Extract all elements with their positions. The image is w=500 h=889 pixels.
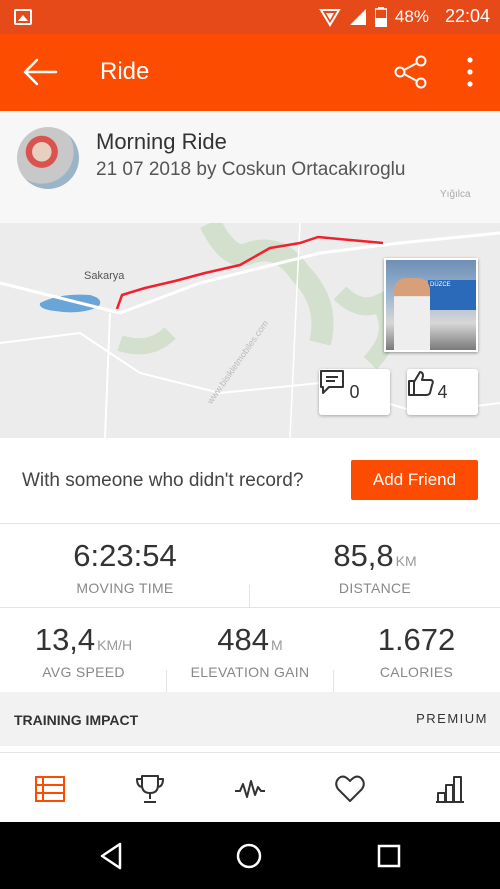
map-city-label: Sakarya: [84, 270, 125, 282]
system-nav-bar: [0, 822, 500, 889]
activity-meta[interactable]: 21 07 2018 by Coskun Ortacakıroglu: [96, 159, 405, 181]
app-bar: Ride: [0, 34, 500, 111]
trophy-icon[interactable]: [134, 773, 166, 805]
location-icon: [319, 8, 341, 27]
battery-percent: 48%: [394, 6, 429, 26]
kudos-button[interactable]: 4: [407, 369, 478, 415]
share-icon[interactable]: [393, 54, 429, 90]
thumbs-up-icon: [408, 371, 434, 396]
bottom-tab-bar: [0, 752, 500, 822]
stat-calories: 1.672 CALORIES: [333, 622, 500, 680]
feed-icon[interactable]: [34, 773, 66, 805]
stat-distance: 85,8 KM DISTANCE: [250, 538, 500, 596]
avg-speed-label: AVG SPEED: [42, 664, 125, 680]
activity-header: Morning Ride 21 07 2018 by Coskun Ortaca…: [0, 111, 500, 223]
calories-label: CALORIES: [379, 664, 454, 680]
premium-badge: PREMIUM: [416, 711, 488, 726]
elevation-unit: M: [271, 637, 283, 653]
stats-bars-icon[interactable]: [434, 773, 466, 805]
calories-value: 1.672: [377, 622, 456, 657]
page-title: Ride: [100, 58, 150, 85]
heart-icon[interactable]: [334, 773, 366, 805]
more-vert-icon[interactable]: [460, 54, 480, 90]
stat-moving-time: 6:23:54 MOVING TIME: [0, 538, 250, 596]
photo-person: [394, 278, 430, 350]
distance-value: 85,8: [333, 538, 394, 573]
training-impact-title: TRAINING IMPACT: [14, 712, 139, 728]
nav-recents-icon[interactable]: [377, 842, 401, 870]
elevation-value: 484: [217, 622, 270, 657]
stat-elevation: 484 M ELEVATION GAIN: [167, 622, 333, 680]
avg-speed-unit: KM/H: [97, 637, 133, 653]
comments-button[interactable]: 0: [319, 369, 390, 415]
elevation-label: ELEVATION GAIN: [190, 664, 310, 680]
add-friend-row: With someone who didn't record? Add Frie…: [0, 438, 500, 524]
activity-photo[interactable]: DÜZCE: [384, 258, 478, 352]
divider: [0, 523, 500, 524]
moving-time-value: 6:23:54: [73, 538, 177, 573]
kudos-count: 4: [437, 381, 448, 402]
clock: 22:04: [444, 6, 490, 26]
map-corner-label: Yığılca: [440, 189, 471, 200]
status-bar: 48% 22:04: [0, 0, 500, 34]
nav-home-icon[interactable]: [235, 842, 263, 870]
add-friend-button[interactable]: Add Friend: [351, 460, 478, 500]
stat-avg-speed: 13,4 KM/H AVG SPEED: [0, 622, 167, 680]
back-arrow-icon[interactable]: [22, 56, 58, 88]
divider: [0, 607, 500, 608]
comments-count: 0: [349, 381, 360, 402]
comment-icon: [320, 370, 344, 394]
activity-pulse-icon[interactable]: [234, 773, 266, 805]
avg-speed-value: 13,4: [34, 622, 96, 657]
training-impact-row[interactable]: TRAINING IMPACT PREMIUM: [0, 692, 500, 746]
distance-unit: KM: [395, 553, 417, 569]
image-icon: [14, 9, 32, 25]
nav-back-icon[interactable]: [98, 842, 124, 870]
battery-icon: [374, 6, 387, 27]
avatar[interactable]: [17, 127, 79, 189]
signal-icon: [349, 8, 366, 25]
activity-name[interactable]: Morning Ride: [96, 129, 227, 155]
photo-sign: DÜZCE: [428, 280, 476, 310]
moving-time-label: MOVING TIME: [76, 580, 174, 596]
friend-prompt-text: With someone who didn't record?: [22, 470, 304, 491]
route-map[interactable]: Sakarya DÜZCE 0 4: [0, 223, 500, 438]
distance-label: DISTANCE: [338, 580, 412, 596]
